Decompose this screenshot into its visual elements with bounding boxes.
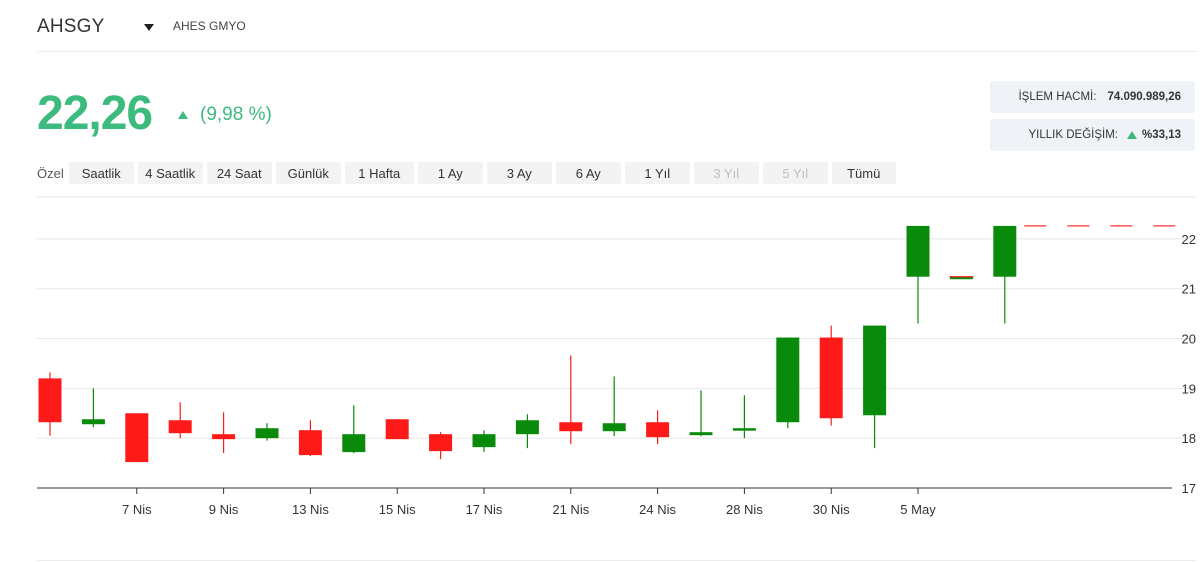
range-button-1-month[interactable]: 1 Ay <box>417 162 483 184</box>
range-button-5-years: 5 Yıl <box>762 162 828 184</box>
range-selector: Özel Saatlik 4 Saatlik 24 Saat Günlük 1 … <box>37 162 900 184</box>
ticker-symbol: AHSGY <box>37 16 105 37</box>
candle <box>255 423 279 441</box>
yearly-change-box: YILLIK DEĞİŞİM: %33,13 <box>990 119 1195 151</box>
x-tick-label: 28 Nis <box>726 502 763 517</box>
candle <box>515 414 539 449</box>
company-name: AHES GMYO <box>173 19 246 33</box>
triangle-up-icon <box>1126 131 1137 139</box>
yearly-change-value: %33,13 <box>1141 129 1181 141</box>
candle <box>602 376 626 437</box>
header-divider <box>37 51 1196 52</box>
y-tick-label: 18 <box>1182 431 1196 446</box>
candle <box>863 325 887 449</box>
candle-body <box>559 422 583 432</box>
last-price: 22,26 <box>37 87 153 140</box>
candle-body <box>906 225 930 277</box>
caret-down-icon[interactable] <box>143 22 155 32</box>
candle <box>298 420 322 457</box>
candle <box>125 413 149 463</box>
candle-body <box>298 430 322 456</box>
candle <box>993 225 1017 324</box>
range-button-3-years: 3 Yıl <box>693 162 759 184</box>
footer-divider <box>37 560 1196 561</box>
candle <box>689 390 713 437</box>
candle <box>212 412 236 454</box>
volume-label: İŞLEM HACMİ: <box>1018 91 1097 103</box>
candle <box>906 225 930 324</box>
y-tick-label: 17 <box>1182 481 1196 496</box>
candle-body <box>776 337 800 423</box>
range-button-24h[interactable]: 24 Saat <box>206 162 272 184</box>
candle <box>38 372 62 436</box>
candle-body <box>819 337 843 419</box>
range-button-3-months[interactable]: 3 Ay <box>486 162 552 184</box>
y-tick-label: 19 <box>1182 381 1196 396</box>
candle-body <box>38 378 62 423</box>
candle-body <box>385 419 409 440</box>
y-tick-label: 20 <box>1182 332 1196 347</box>
candle <box>81 388 105 428</box>
range-button-4-hourly[interactable]: 4 Saatlik <box>137 162 203 184</box>
candle <box>429 432 453 460</box>
yearly-change-label: YILLIK DEĞİŞİM: <box>1028 129 1118 141</box>
candle-body <box>125 413 149 463</box>
candle-body <box>81 419 105 425</box>
volume-value: 74.090.989,26 <box>1107 91 1181 103</box>
x-tick-label: 13 Nis <box>292 502 329 517</box>
volume-box: İŞLEM HACMİ: 74.090.989,26 <box>990 81 1195 113</box>
range-button-all[interactable]: Tümü <box>831 162 896 184</box>
candle-body <box>993 225 1017 277</box>
candle <box>472 430 496 453</box>
range-button-hourly[interactable]: Saatlik <box>68 162 134 184</box>
range-button-1-week[interactable]: 1 Hafta <box>344 162 414 184</box>
candle <box>385 419 409 440</box>
candle-body <box>342 434 366 453</box>
x-tick-label: 30 Nis <box>813 502 850 517</box>
candle-body <box>255 428 279 439</box>
x-tick-label: 17 Nis <box>466 502 503 517</box>
custom-range-label[interactable]: Özel <box>37 166 64 181</box>
candle <box>819 325 843 426</box>
candle <box>776 337 800 429</box>
price-change: (9,98 %) <box>200 104 272 125</box>
y-tick-label: 22 <box>1182 232 1196 247</box>
candle-body <box>168 420 192 434</box>
x-tick-label: 24 Nis <box>639 502 676 517</box>
candle-body <box>602 423 626 432</box>
candle-body <box>429 434 453 452</box>
candle-body <box>863 325 887 416</box>
x-tick-label: 5 May <box>900 502 936 517</box>
triangle-up-icon <box>178 111 188 119</box>
range-button-6-months[interactable]: 6 Ay <box>555 162 621 184</box>
candle-body <box>646 422 670 438</box>
y-tick-label: 21 <box>1182 282 1196 297</box>
x-tick-label: 21 Nis <box>552 502 589 517</box>
candle <box>646 410 670 445</box>
candle <box>342 405 366 454</box>
candle-body <box>515 420 539 435</box>
range-button-1-year[interactable]: 1 Yıl <box>624 162 690 184</box>
candle-body <box>689 432 713 436</box>
candlestick-chart[interactable]: 7 Nis 9 Nis 13 Nis 15 Nis 17 Nis 21 Nis 24 Nis… <box>0 190 1200 530</box>
candle <box>732 395 756 439</box>
candle-body <box>472 434 496 448</box>
candle-body <box>212 434 236 440</box>
candle-body <box>732 428 756 431</box>
range-button-daily[interactable]: Günlük <box>275 162 341 184</box>
x-tick-label: 9 Nis <box>209 502 239 517</box>
x-tick-label: 15 Nis <box>379 502 416 517</box>
candle <box>559 355 583 445</box>
candle <box>168 402 192 439</box>
x-tick-label: 7 Nis <box>122 502 152 517</box>
